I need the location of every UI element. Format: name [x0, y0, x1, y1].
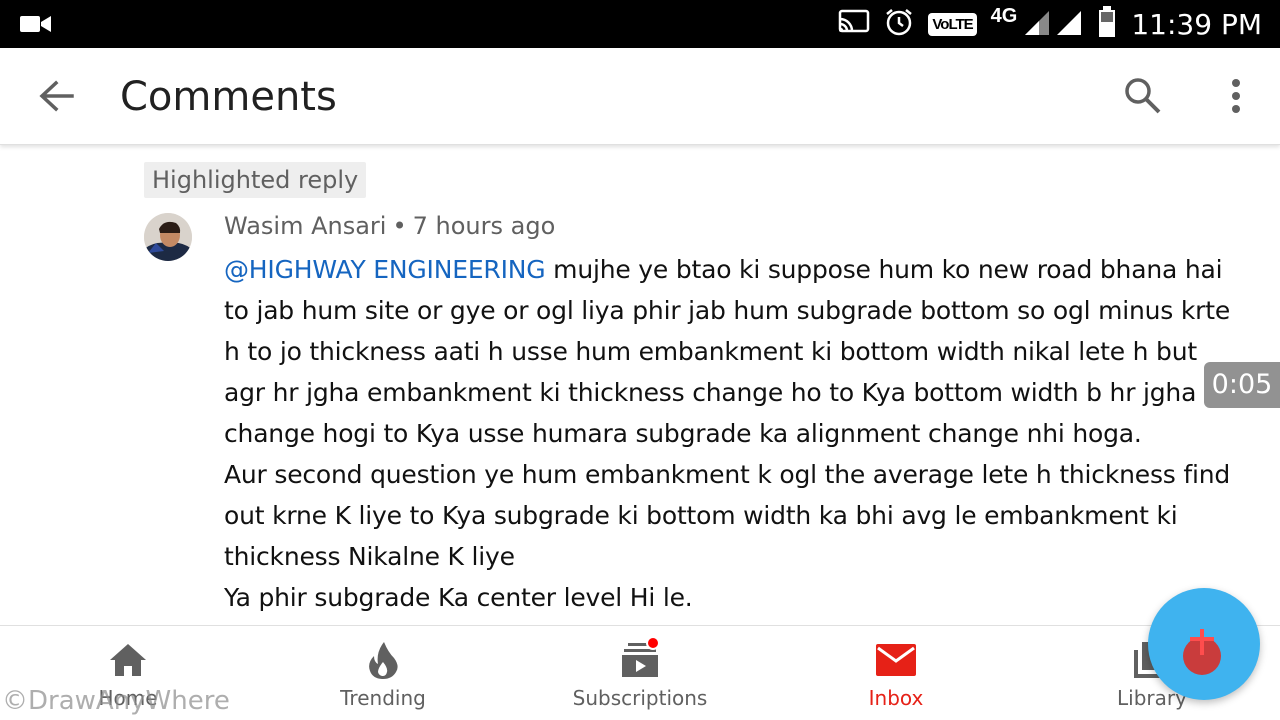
video-camera-icon: [20, 12, 52, 41]
comment-mention-link[interactable]: @HIGHWAY ENGINEERING: [224, 255, 546, 284]
status-time: 11:39 PM: [1131, 7, 1262, 41]
battery-icon: [1097, 5, 1117, 43]
notification-dot: [646, 636, 660, 650]
signal-icon: [1023, 7, 1083, 42]
nav-item-trending[interactable]: Trending: [283, 626, 483, 720]
search-icon: [1124, 77, 1162, 120]
avatar[interactable]: [144, 213, 192, 261]
cast-icon: [838, 9, 870, 40]
mail-icon: [874, 640, 918, 680]
highlighted-reply-chip: Highlighted reply: [144, 162, 367, 198]
add-icon: [1183, 629, 1221, 675]
watermark: ©DrawAnyWhere: [2, 686, 230, 716]
search-button[interactable]: [1118, 74, 1168, 122]
app-bar: Comments: [0, 48, 1280, 145]
back-arrow-icon: [38, 80, 74, 117]
nav-label-inbox: Inbox: [868, 686, 924, 710]
back-button[interactable]: [32, 76, 80, 120]
comment-time: 7 hours ago: [412, 212, 556, 240]
timer-badge: 0:05: [1204, 362, 1280, 408]
flame-icon: [361, 640, 405, 680]
network-type-label: 4G: [990, 4, 1018, 27]
comment-body: @HIGHWAY ENGINEERING mujhe ye btao ki su…: [224, 249, 1244, 618]
status-bar: VoLTE 4G 11:39 PM: [0, 0, 1280, 48]
nav-label-trending: Trending: [340, 686, 426, 710]
subscriptions-icon: [618, 636, 662, 680]
page-title: Comments: [120, 74, 337, 120]
meta-separator: •: [392, 212, 407, 240]
nav-item-inbox[interactable]: Inbox: [796, 626, 996, 720]
nav-label-subscriptions: Subscriptions: [572, 686, 708, 710]
nav-item-subscriptions[interactable]: Subscriptions: [540, 626, 740, 720]
more-options-button[interactable]: [1212, 74, 1260, 122]
comment-author[interactable]: Wasim Ansari: [224, 212, 386, 240]
volte-icon: VoLTE: [928, 12, 977, 36]
comment-text: mujhe ye btao ki suppose hum ko new road…: [224, 255, 1231, 612]
more-vert-icon: [1231, 78, 1241, 118]
floating-action-button[interactable]: [1148, 588, 1260, 700]
alarm-icon: [884, 7, 914, 42]
comment-meta: Wasim Ansari • 7 hours ago: [224, 212, 555, 240]
home-icon: [106, 640, 150, 680]
